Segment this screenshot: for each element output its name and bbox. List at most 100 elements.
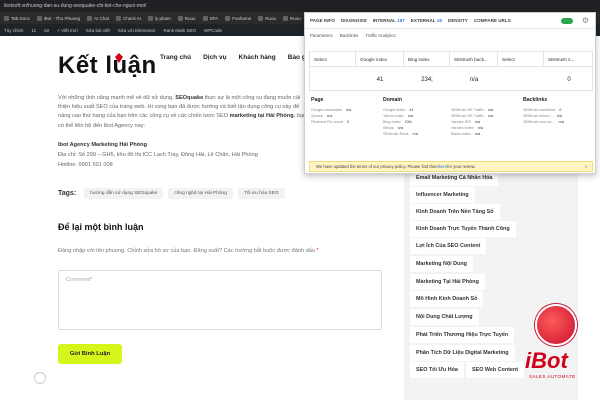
seoquake-panel: PAGE INFO DIAGNOSIS INTERNAL 167 EXTERNA… bbox=[304, 12, 596, 174]
seoquake-toggle[interactable] bbox=[561, 18, 573, 24]
brand-emblem-icon bbox=[535, 304, 577, 346]
wp-edit-post[interactable]: Sửa bài viết bbox=[86, 28, 110, 33]
sidebar-tag[interactable]: Kinh Doanh Trực Tuyến Thành Công bbox=[410, 221, 516, 237]
bookmark-favicon-icon bbox=[225, 15, 231, 21]
article-heading: Kết luận bbox=[58, 52, 157, 79]
wp-edit-elementor[interactable]: Sửa với Elementor bbox=[118, 28, 156, 33]
main-nav: Trang chủ Dịch vụ Khách hàng Bảo giá bbox=[160, 54, 311, 61]
sq-subtab-traffic[interactable]: Traffic Analytics bbox=[365, 33, 396, 38]
nav-clients[interactable]: Khách hàng bbox=[239, 54, 276, 61]
bookmark-favicon-icon bbox=[148, 15, 153, 21]
wp-customize[interactable]: Tùy chỉnh bbox=[4, 28, 24, 33]
wp-wpcode[interactable]: WPCode bbox=[204, 28, 222, 33]
bookmark-favicon-icon bbox=[177, 15, 183, 21]
sq-tab-compare-urls[interactable]: COMPARE URLS bbox=[474, 18, 511, 23]
sidebar-tag[interactable]: SEO Web Content bbox=[466, 362, 525, 378]
bookmark-item[interactable]: Funhome bbox=[225, 15, 251, 21]
sidebar-tag[interactable]: Influencer Marketing bbox=[410, 187, 475, 203]
bookmark-favicon-icon bbox=[282, 15, 288, 21]
sq-page-row: Pinterest Pin count 0 bbox=[311, 120, 349, 124]
sq-domain-row: Yahoo index n/a bbox=[383, 114, 414, 118]
bookmark-item[interactable]: Ruou bbox=[177, 15, 196, 21]
sq-domain-row: SEMrush SE Traffic n/a bbox=[451, 108, 494, 112]
sq-col-google-index[interactable]: Google index bbox=[356, 52, 404, 66]
sidebar-tag[interactable]: Marketing Nội Dung bbox=[410, 256, 473, 272]
sq-subtab-backlinks[interactable]: Backlinks bbox=[340, 33, 359, 38]
sidebar-tag[interactable]: SEO Tối Ưu Hóa bbox=[410, 362, 464, 378]
sq-val-google-index: 41 bbox=[356, 66, 404, 92]
tag-link[interactable]: Tối ưu hóa SEO bbox=[237, 188, 285, 199]
tag-link[interactable]: hướng dẫn sử dụng SEOquake bbox=[84, 188, 164, 199]
bookmark-item[interactable]: AI Chat bbox=[86, 15, 109, 21]
browser-window: ibotsoft.vn/huong-dan-su-dung-seoquake-c… bbox=[0, 0, 600, 400]
bookmark-favicon-icon bbox=[36, 15, 42, 21]
article-paragraph: Với những tính năng mạnh mẽ về dữ sử dụn… bbox=[58, 95, 307, 129]
sq-domain-row: Bing index 234; bbox=[383, 120, 413, 124]
bookmark-item[interactable]: Check AI bbox=[115, 15, 141, 21]
sq-tab-density[interactable]: DENSITY bbox=[448, 18, 468, 23]
close-icon[interactable]: ✕ bbox=[584, 164, 588, 169]
sq-tab-external[interactable]: EXTERNAL 16 bbox=[411, 18, 442, 23]
bookmark-item[interactable]: ly pham bbox=[148, 15, 171, 21]
sq-domain-row: Yandex index n/a bbox=[451, 126, 484, 130]
sq-section-page: Page bbox=[311, 97, 324, 103]
tag-link[interactable]: công nghệ tại Hải Phòng bbox=[168, 188, 233, 199]
wp-new-post[interactable]: + Viết mới bbox=[57, 28, 78, 33]
sq-col-select-2[interactable]: Select bbox=[498, 52, 544, 66]
privacy-banner: We have updated the terms of our privacy… bbox=[309, 161, 593, 172]
scroll-top-icon[interactable] bbox=[34, 372, 46, 384]
sq-page-row: Source n/a bbox=[311, 114, 333, 118]
sq-domain-row: Baidu index n/a bbox=[451, 132, 481, 136]
bookmark-item[interactable]: Ruou bbox=[282, 15, 301, 21]
company-hotline: Hotline: 0901 501 008 bbox=[58, 162, 113, 169]
sq-domain-row: SEMrush SE Traffic n/a bbox=[451, 114, 494, 118]
sidebar-tag[interactable]: Mô Hình Kinh Doanh Số bbox=[410, 291, 484, 307]
bookmark-item[interactable]: Ruou bbox=[258, 15, 276, 21]
sidebar-tag[interactable]: Phát Triển Thương Hiệu Trực Tuyến bbox=[410, 327, 515, 343]
sq-tab-page-info[interactable]: PAGE INFO bbox=[310, 18, 335, 23]
sq-val bbox=[498, 66, 544, 92]
wp-rank-math[interactable]: Rank Math SEO bbox=[163, 28, 196, 33]
comment-textarea[interactable]: Comment* bbox=[58, 270, 382, 330]
url-text[interactable]: ibotsoft.vn/huong-dan-su-dung-seoquake-c… bbox=[4, 3, 146, 9]
bookmark-item[interactable]: iBot - Thu Phuong bbox=[36, 15, 80, 21]
privacy-link[interactable]: here bbox=[439, 164, 447, 169]
wp-comments-count[interactable]: 62 bbox=[44, 28, 49, 33]
sq-page-row: Google cachedate n/a bbox=[311, 108, 352, 112]
sidebar-tag[interactable]: Phân Tích Dữ Liệu Digital Marketing bbox=[410, 345, 515, 361]
submit-comment-button[interactable]: Gửi Bình Luận bbox=[58, 344, 122, 364]
bookmark-favicon-icon bbox=[202, 15, 208, 21]
wp-updates-count[interactable]: 11 bbox=[32, 28, 37, 33]
sidebar-tag[interactable]: Lợi Ích Của SEO Content bbox=[410, 238, 487, 254]
post-tags: Tags: hướng dẫn sử dụng SEOquake công ng… bbox=[58, 188, 285, 199]
seoquake-tab-bar: PAGE INFO DIAGNOSIS INTERNAL 167 EXTERNA… bbox=[305, 13, 595, 29]
bookmark-favicon-icon bbox=[258, 15, 264, 21]
sq-col-select[interactable]: Select bbox=[310, 52, 356, 66]
contact-info: Ibot Agency Marketing Hải Phòng Địa chỉ:… bbox=[58, 140, 258, 171]
nav-home[interactable]: Trang chủ bbox=[160, 54, 191, 61]
bookmark-item[interactable]: Tab Docs bbox=[4, 15, 30, 21]
sidebar-tag[interactable]: Kinh Doanh Trên Nền Tảng Số bbox=[410, 204, 500, 220]
bookmark-favicon-icon bbox=[115, 15, 121, 21]
seoquake-param-grid: Select Google index Bing index SEMrush b… bbox=[309, 51, 594, 92]
brand-tagline: SALES AUTOMATE bbox=[529, 374, 576, 379]
ibot-brand-logo: iBot SALES AUTOMATE bbox=[525, 300, 595, 390]
sidebar-tag[interactable]: Nội Dung Chất Lượng bbox=[410, 309, 479, 325]
sq-domain-row: Yandex IKS n/a bbox=[451, 120, 481, 124]
gear-icon[interactable]: ⚙ bbox=[582, 16, 589, 25]
sq-col-semrush-back[interactable]: SEMrush back... bbox=[450, 52, 498, 66]
sq-section-backlinks: Backlinks bbox=[523, 97, 548, 103]
sq-col-bing-index[interactable]: Bing index bbox=[404, 52, 450, 66]
sq-col-semrush-s[interactable]: SEMrush s... bbox=[544, 52, 594, 66]
comment-section-title: Để lại một bình luận bbox=[58, 222, 144, 232]
bookmark-item[interactable]: SPA bbox=[202, 15, 218, 21]
sq-tab-diagnosis[interactable]: DIAGNOSIS bbox=[341, 18, 367, 23]
sidebar-tag[interactable]: Marketing Tại Hải Phòng bbox=[410, 274, 485, 290]
address-bar[interactable]: ibotsoft.vn/huong-dan-su-dung-seoquake-c… bbox=[0, 0, 600, 12]
sq-backlink-row: SEMrush root do... n/a bbox=[523, 120, 564, 124]
sq-domain-row: Whois n/a bbox=[383, 126, 403, 130]
nav-services[interactable]: Dịch vụ bbox=[203, 54, 226, 61]
company-address: Địa chỉ: Số 299 – GH5, khu đô thị ICC Lạ… bbox=[58, 152, 258, 159]
sq-subtab-parameters[interactable]: Parameters bbox=[310, 33, 333, 38]
sq-tab-internal[interactable]: INTERNAL 167 bbox=[373, 18, 405, 23]
